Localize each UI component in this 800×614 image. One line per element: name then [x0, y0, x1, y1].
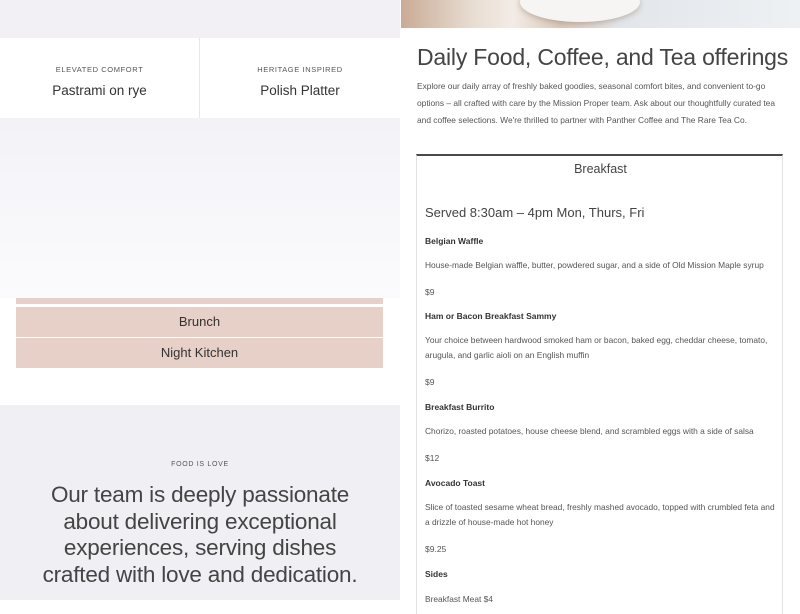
category-kicker: ELEVATED COMFORT	[55, 65, 144, 74]
spacer-panel	[0, 118, 400, 298]
category-name: Pastrami on rye	[52, 83, 147, 98]
menu-item-name: Ham or Bacon Breakfast Sammy	[425, 311, 557, 321]
menu-item-price: $9	[425, 287, 435, 297]
category-kicker: HERITAGE INSPIRED	[257, 65, 343, 74]
page-title: Daily Food, Coffee, and Tea offerings	[417, 44, 789, 70]
menu-panel	[416, 154, 783, 614]
top-band	[0, 0, 400, 38]
menu-item-name: Avocado Toast	[425, 478, 485, 488]
menu-item-desc: Your choice between hardwood smoked ham …	[425, 335, 768, 360]
menu-tab-edge	[16, 298, 383, 304]
intro-paragraph: Explore our daily array of freshly baked…	[417, 81, 775, 125]
tab-brunch[interactable]: Brunch	[16, 307, 383, 337]
menu-item-desc: Slice of toasted sesame wheat bread, fre…	[425, 502, 775, 527]
menu-item-desc: Chorizo, roasted potatoes, house cheese …	[425, 426, 754, 436]
menu-item-price: $12	[425, 453, 440, 463]
category-card-pastrami[interactable]: ELEVATED COMFORT Pastrami on rye	[0, 38, 199, 118]
served-hours: Served 8:30am – 4pm Mon, Thurs, Fri	[425, 205, 645, 220]
tab-night-kitchen[interactable]: Night Kitchen	[16, 338, 383, 368]
category-card-polish-platter[interactable]: HERITAGE INSPIRED Polish Platter	[200, 38, 400, 118]
menu-item-desc: House-made Belgian waffle, butter, powde…	[425, 260, 764, 270]
love-kicker: FOOD IS LOVE	[171, 461, 229, 468]
menu-item-name: Belgian Waffle	[425, 236, 484, 246]
menu-item-price: $9.25	[425, 544, 447, 554]
menu-item-price: $9	[425, 377, 435, 387]
menu-heading: Breakfast	[574, 162, 627, 176]
category-name: Polish Platter	[260, 83, 340, 98]
menu-item-name: Breakfast Burrito	[425, 402, 495, 412]
love-statement: Our team is deeply passionate about deli…	[42, 482, 358, 587]
sides-item: Breakfast Meat $4	[425, 594, 493, 604]
sides-label: Sides	[425, 569, 448, 579]
